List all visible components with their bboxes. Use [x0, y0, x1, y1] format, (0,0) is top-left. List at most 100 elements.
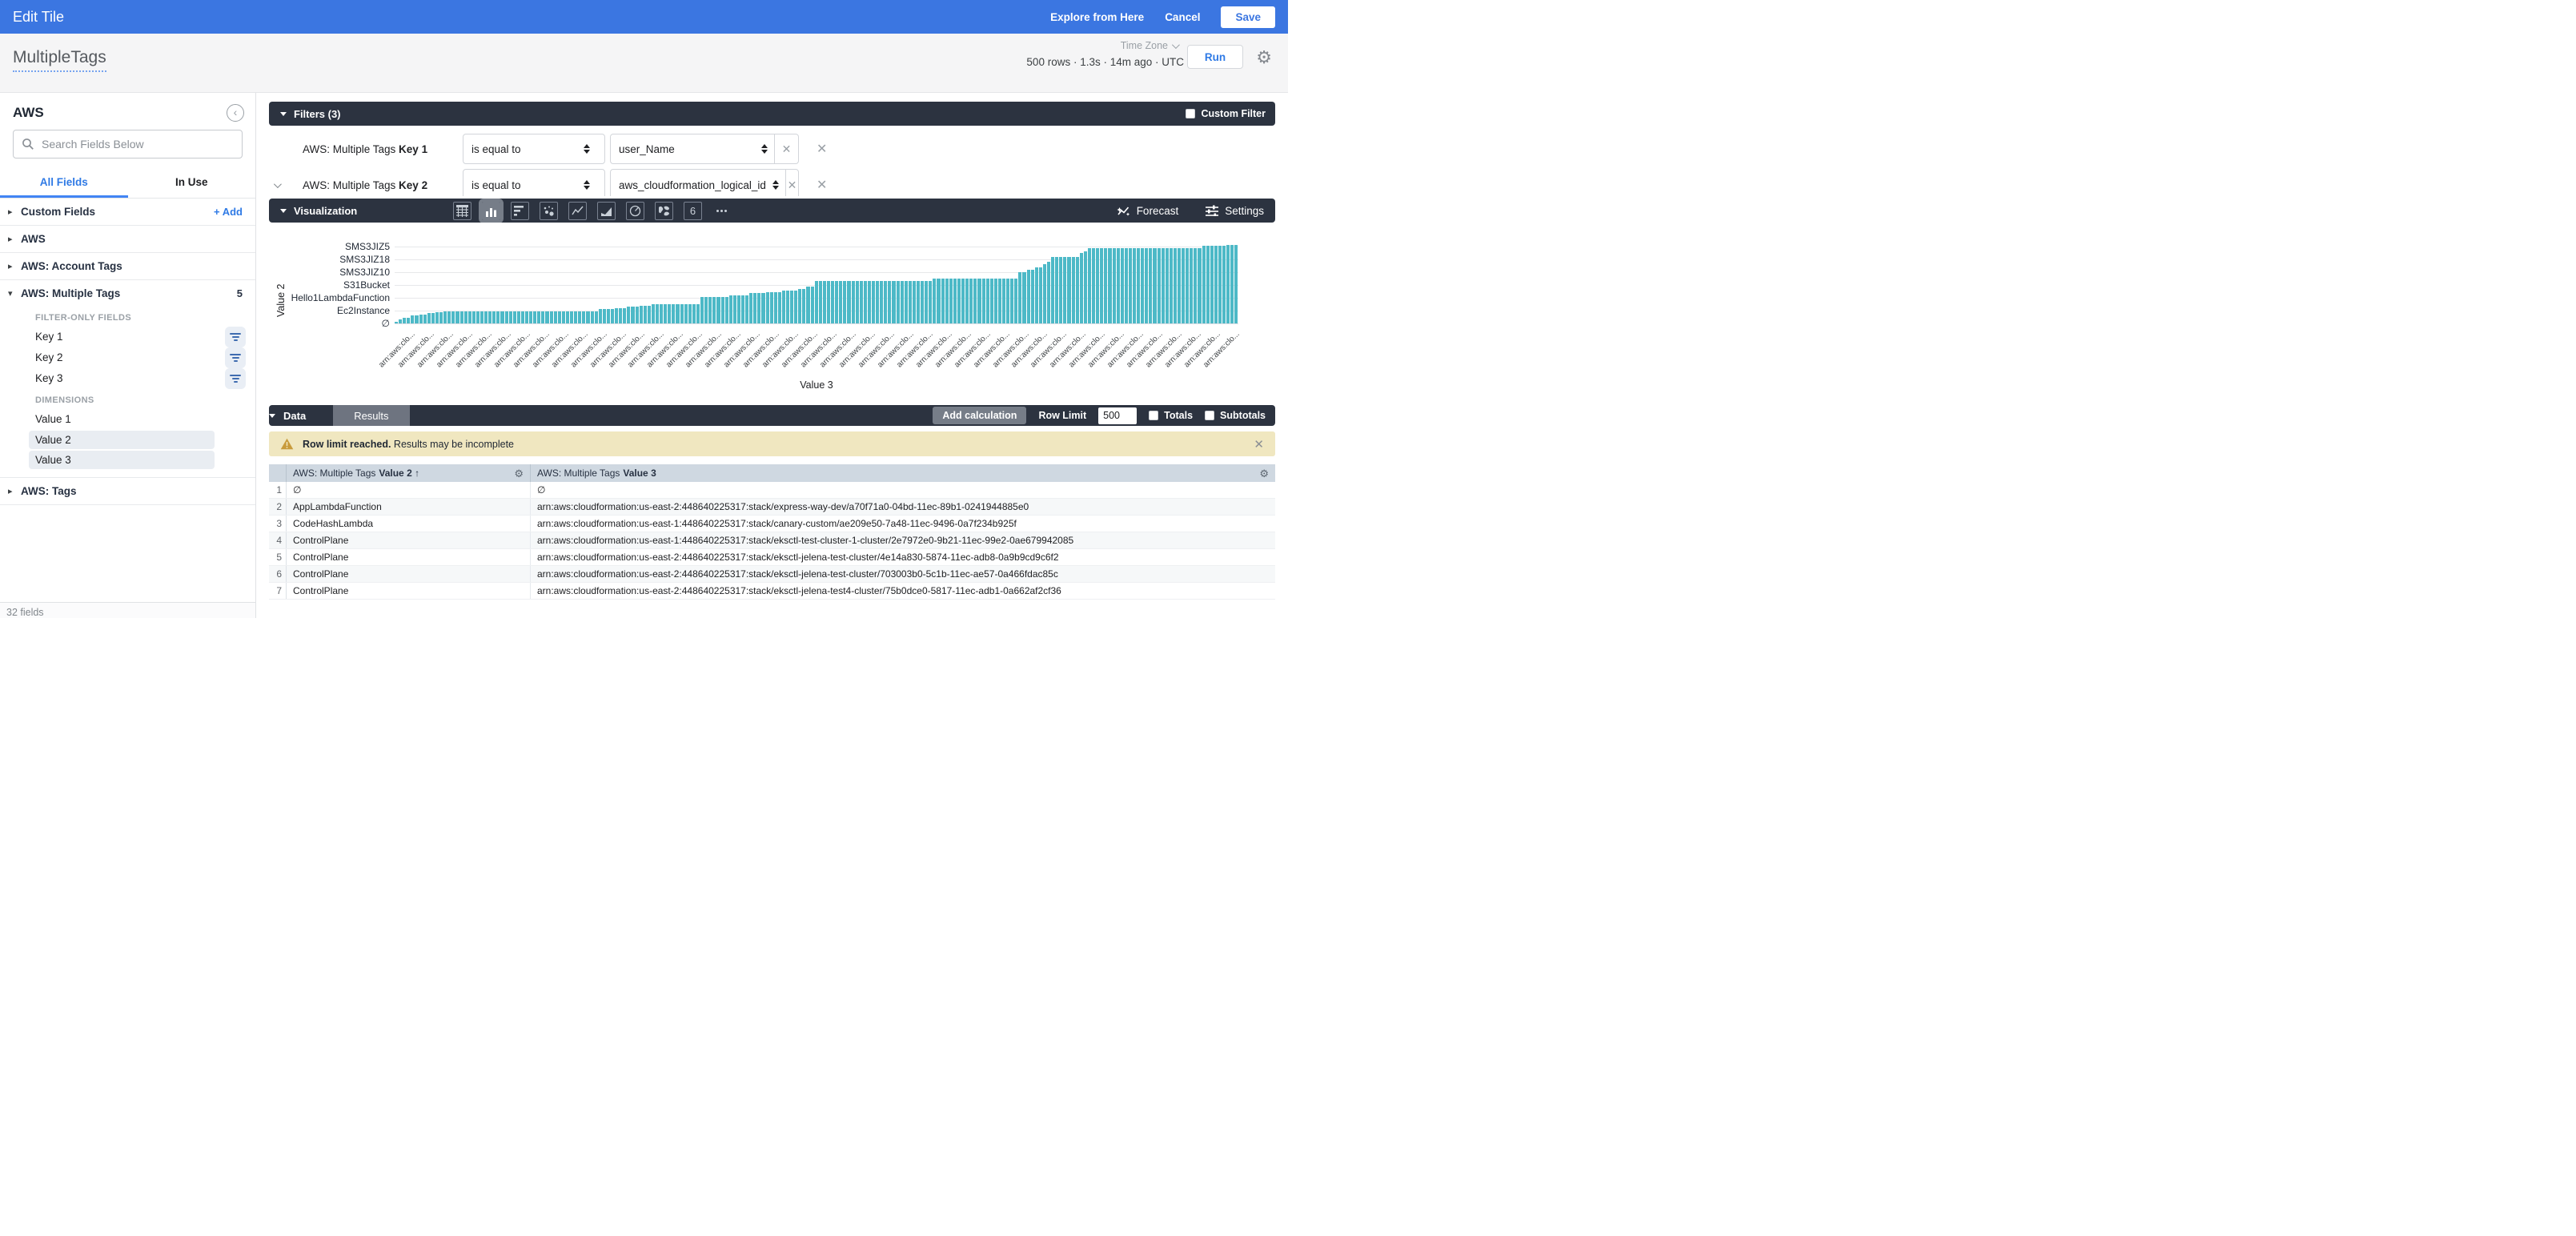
bar[interactable] — [545, 311, 548, 323]
sidebar-section-row[interactable]: ▸AWS — [0, 226, 255, 252]
bar[interactable] — [749, 293, 752, 323]
bar[interactable] — [660, 304, 663, 323]
bar[interactable] — [1230, 245, 1234, 323]
bar[interactable] — [513, 311, 516, 323]
bar[interactable] — [603, 309, 606, 323]
bar[interactable] — [1080, 253, 1083, 323]
search-input[interactable] — [42, 138, 218, 150]
bar[interactable] — [480, 311, 484, 323]
bar[interactable] — [856, 281, 859, 323]
bar[interactable] — [961, 279, 965, 323]
bar[interactable] — [1194, 248, 1197, 323]
bar[interactable] — [1100, 248, 1103, 323]
bar[interactable] — [782, 291, 785, 323]
bar[interactable] — [541, 311, 544, 323]
bar[interactable] — [1190, 248, 1193, 323]
subtotals-toggle[interactable]: Subtotals — [1205, 410, 1266, 421]
bar[interactable] — [476, 311, 479, 323]
cell-value2[interactable]: CodeHashLambda — [287, 516, 531, 532]
bar[interactable] — [745, 295, 748, 323]
field-item-key-2[interactable]: Key 2 — [29, 347, 243, 367]
bar[interactable] — [901, 281, 904, 323]
bar[interactable] — [521, 311, 524, 323]
bar[interactable] — [1210, 246, 1214, 323]
bar[interactable] — [455, 311, 459, 323]
bar[interactable] — [415, 315, 418, 323]
bar[interactable] — [619, 308, 622, 323]
sidebar-section-row[interactable]: ▸AWS: Tags — [0, 478, 255, 504]
bar[interactable] — [684, 304, 688, 323]
bar[interactable] — [427, 313, 431, 323]
bar[interactable] — [578, 311, 581, 323]
table-row[interactable]: 7ControlPlanearn:aws:cloudformation:us-e… — [269, 583, 1275, 600]
bar[interactable] — [468, 311, 471, 323]
bar[interactable] — [688, 304, 692, 323]
bar[interactable] — [704, 297, 708, 323]
bar[interactable] — [1202, 246, 1206, 323]
bar[interactable] — [913, 281, 916, 323]
bar[interactable] — [1059, 257, 1062, 323]
sidebar-section-row[interactable]: ▾AWS: Multiple Tags5 — [0, 280, 255, 307]
cell-value3[interactable]: arn:aws:cloudformation:us-east-2:4486402… — [531, 501, 1275, 512]
bar[interactable] — [790, 291, 793, 323]
bar[interactable] — [529, 311, 532, 323]
bar[interactable] — [496, 311, 500, 323]
totals-toggle[interactable]: Totals — [1149, 410, 1193, 421]
cell-value2[interactable]: ControlPlane — [287, 549, 531, 565]
bar[interactable] — [599, 309, 602, 323]
tab-in-use[interactable]: In Use — [128, 170, 256, 198]
bar[interactable] — [708, 297, 712, 323]
bar[interactable] — [1149, 248, 1152, 323]
field-item-value-2[interactable]: Value 2 — [29, 431, 215, 449]
bar[interactable] — [399, 319, 402, 323]
table-row[interactable]: 2AppLambdaFunctionarn:aws:cloudformation… — [269, 499, 1275, 516]
bar[interactable] — [1113, 248, 1116, 323]
bar[interactable] — [533, 311, 536, 323]
collapse-panel-icon[interactable]: ‹ — [227, 104, 244, 122]
bar[interactable] — [802, 289, 805, 323]
bar[interactable] — [798, 289, 801, 323]
bar[interactable] — [933, 279, 936, 323]
filter-by-field-icon[interactable] — [225, 327, 246, 347]
column-gear-icon[interactable]: ⚙ — [1259, 468, 1269, 479]
bar[interactable] — [668, 304, 671, 323]
bar[interactable] — [852, 281, 855, 323]
bar[interactable] — [562, 311, 565, 323]
explore-from-here-button[interactable]: Explore from Here — [1050, 11, 1144, 23]
bar[interactable] — [1125, 248, 1128, 323]
bar[interactable] — [1076, 257, 1079, 323]
bar[interactable] — [680, 304, 684, 323]
bar[interactable] — [770, 292, 773, 323]
bar[interactable] — [872, 281, 875, 323]
bar[interactable] — [1108, 248, 1111, 323]
filter-operator-select[interactable]: is equal to — [463, 134, 605, 164]
bar[interactable] — [423, 315, 427, 323]
bar[interactable] — [806, 287, 809, 323]
cell-value3[interactable]: arn:aws:cloudformation:us-east-1:4486402… — [531, 535, 1275, 546]
add-calculation-button[interactable]: Add calculation — [933, 407, 1026, 424]
bar[interactable] — [451, 311, 455, 323]
bar[interactable] — [1182, 248, 1185, 323]
bar[interactable] — [509, 311, 512, 323]
bar[interactable] — [1084, 251, 1087, 323]
cell-value2[interactable]: ControlPlane — [287, 532, 531, 548]
bar[interactable] — [700, 297, 704, 323]
bar[interactable] — [847, 281, 850, 323]
bar[interactable] — [1174, 248, 1177, 323]
bar[interactable] — [1010, 279, 1013, 323]
bar[interactable] — [957, 279, 961, 323]
bar[interactable] — [953, 279, 957, 323]
sidebar-section-row[interactable]: ▸Custom Fields+ Add — [0, 199, 255, 225]
bar[interactable] — [411, 315, 414, 323]
bar[interactable] — [786, 291, 789, 323]
bar[interactable] — [570, 311, 573, 323]
bar[interactable] — [1218, 246, 1222, 323]
cell-value3[interactable]: ∅ — [531, 484, 1275, 496]
bar[interactable] — [505, 311, 508, 323]
bar[interactable] — [1234, 245, 1238, 323]
field-item-key-3[interactable]: Key 3 — [29, 368, 243, 388]
run-button[interactable]: Run — [1187, 45, 1243, 69]
bar[interactable] — [1006, 279, 1009, 323]
bar[interactable] — [1039, 267, 1042, 323]
bar[interactable] — [1170, 248, 1173, 323]
